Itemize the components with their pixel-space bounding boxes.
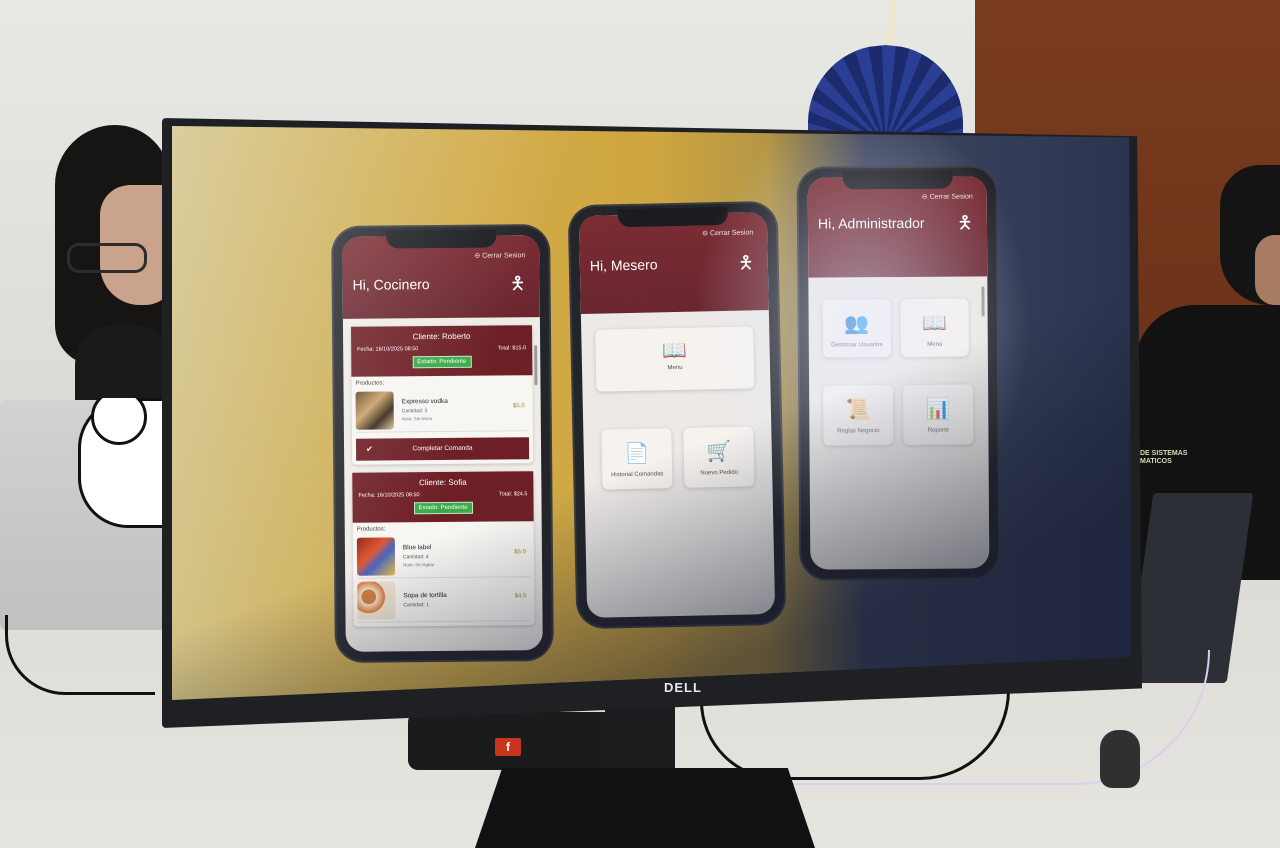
phone-notch [385,229,496,249]
menu-tile[interactable]: 📖 Menu [595,326,755,392]
mouse [1100,730,1140,788]
menu-book-icon: 📖 [661,339,688,363]
order-card: Cliente: Roberto Fecha: 16/10/2025 08:50… [350,325,534,465]
report-chart-icon: 📊 [925,398,951,421]
product-row: Blue label Cantidad: 4 Nota: Sin Agitar … [356,533,531,579]
shopping-cart-icon: 🛒 [706,440,732,464]
header: ⊖ Cerrar Sesion Hi, Administrador 🯅 [807,176,988,278]
order-header: Cliente: Roberto Fecha: 16/10/2025 08:50… [350,325,533,377]
phone-cocinero: ⊖ Cerrar Sesion Hi, Cocinero 🯅 Cliente: … [333,226,552,661]
product-price: $5.0 [514,549,526,556]
history-tile[interactable]: 📄 Historial Comandas [601,428,673,490]
logout-label: Cerrar Sesion [929,193,973,201]
complete-order-button[interactable]: ✔ Completar Comanda [355,437,530,461]
greeting: Hi, Mesero [589,256,658,274]
tile-label: Menu [667,364,683,372]
product-note: Nota: Sin Agitar [403,562,435,568]
phone-screen: ⊖ Cerrar Sesion Hi, Mesero 🯅 📖 Menu 📄 Hi… [578,212,776,618]
product-name: Sopa de tortilla [403,591,447,599]
shirt [75,325,175,410]
phone-notch [617,206,729,228]
product-name: Blue label [402,544,432,552]
order-client: Cliente: Roberto [412,331,471,342]
scrollbar[interactable] [534,345,538,386]
status-badge: Estado: Pendiente [412,355,472,369]
manage-users-tile[interactable]: 👥 Gestionar Usuarios [822,299,891,358]
cloud-sticker [78,398,170,528]
phone-notch [842,170,953,190]
product-row: Expresso vodka Cantidad: 3 Nota: Sin lim… [355,387,529,433]
waving-person-icon: 🯅 [737,252,755,273]
tile-label: Reglas Negocio [837,428,880,435]
order-date: Fecha: 16/10/2025 08:50 [357,346,419,353]
logout-button[interactable]: ⊖ Cerrar Sesion [702,228,753,237]
complete-label: Completar Comanda [412,444,473,453]
history-document-icon: 📄 [624,442,650,466]
waving-person-icon: 🯅 [957,212,974,233]
product-quantity: Cantidad: 1 [403,601,430,608]
monitor-brand-logo: DELL [664,680,702,695]
business-rules-tile[interactable]: 📜 Reglas Negocio [823,385,894,446]
tile-label: Menu [927,341,943,348]
status-badge: Estado: Pendiente [413,501,473,515]
tile-label: Reporte [927,427,950,434]
new-order-tile[interactable]: 🛒 Nuevo Pedido [683,426,755,488]
order-card: Cliente: Sofia Fecha: 16/10/2025 08:50 T… [352,471,535,627]
monitor-stand-base [475,768,815,848]
header: ⊖ Cerrar Sesion Hi, Mesero 🯅 [578,212,769,314]
product-image [355,390,394,430]
waving-person-icon: 🯅 [509,273,526,294]
logout-label: Cerrar Sesion [709,229,754,238]
phone-screen: ⊖ Cerrar Sesion Hi, Administrador 🯅 👥 Ge… [807,176,990,570]
menu-book-icon: 📖 [922,312,948,335]
tile-label: Gestionar Usuarios [831,342,883,349]
products-label: Productos: [355,380,385,387]
product-row: Sopa de tortilla Cantidad: 1 $4.5 [357,577,531,623]
product-image [356,536,396,576]
product-name: Expresso vodka [401,397,448,406]
order-total: Total: $24.5 [498,491,528,498]
product-image [357,580,396,620]
product-quantity: Cantidad: 4 [402,554,429,561]
product-quantity: Cantidad: 3 [401,408,428,415]
logout-icon: ⊖ [702,230,711,238]
logout-button[interactable]: ⊖ Cerrar Sesion [474,251,525,259]
logout-icon: ⊖ [921,193,930,201]
person-left [55,125,175,410]
speaker-badge: f [495,738,521,756]
order-date: Fecha: 16/10/2025 08:50 [358,492,420,499]
check-icon: ✔ [366,444,373,454]
jacket-logo: DE SISTEMAS MATICOS [1140,450,1188,465]
face [1255,235,1280,305]
scrollbar[interactable] [981,286,985,317]
order-header: Cliente: Sofia Fecha: 16/10/2025 08:50 T… [352,471,534,523]
scroll-icon: 📜 [845,399,871,422]
logout-button[interactable]: ⊖ Cerrar Sesion [922,192,973,200]
logout-icon: ⊖ [474,252,483,260]
product-price: $5.0 [512,403,525,410]
tile-label: Historial Comandas [611,471,664,479]
product-note: Nota: Sin limón [401,416,433,422]
logout-label: Cerrar Sesion [482,252,526,260]
speaker [408,712,638,770]
order-client: Cliente: Sofia [419,477,467,488]
users-group-icon: 👥 [844,313,870,336]
products-label: Productos: [356,526,386,533]
tile-label: Nuevo Pedido [700,469,739,477]
greeting: Hi, Administrador [817,214,925,232]
product-price: $4.5 [514,593,527,600]
menu-tile[interactable]: 📖 Menu [900,298,969,357]
glasses [67,243,147,273]
phone-mesero: ⊖ Cerrar Sesion Hi, Mesero 🯅 📖 Menu 📄 Hi… [569,202,785,628]
phone-screen: ⊖ Cerrar Sesion Hi, Cocinero 🯅 Cliente: … [342,235,543,652]
phone-administrador: ⊖ Cerrar Sesion Hi, Administrador 🯅 👥 Ge… [798,167,999,579]
order-total: Total: $15.0 [497,345,527,352]
report-tile[interactable]: 📊 Reporte [903,384,974,445]
greeting: Hi, Cocinero [352,276,430,293]
